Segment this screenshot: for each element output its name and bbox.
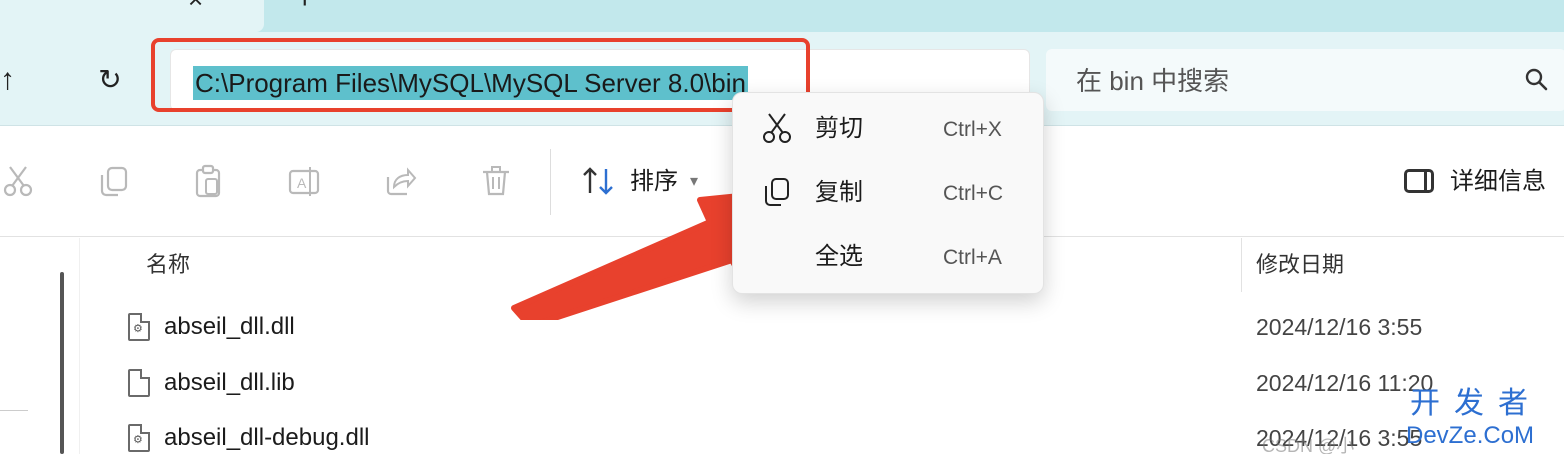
csdn-watermark: CSDN @小 (1262, 436, 1355, 454)
column-header-name[interactable]: 名称 (146, 250, 190, 280)
menu-item-label: 复制 (815, 179, 863, 206)
search-input[interactable]: 在 bin 中搜索 (1046, 49, 1564, 111)
close-tab-icon[interactable]: × (188, 0, 203, 12)
rename-icon[interactable]: A (286, 163, 322, 199)
menu-item-shortcut: Ctrl+C (943, 182, 1004, 205)
paste-icon[interactable] (190, 163, 226, 199)
file-row[interactable]: abseil_dll.lib 2024/12/16 11:20 (84, 357, 1564, 413)
details-pane-icon (1404, 169, 1434, 193)
dll-file-icon: ⚙ (128, 424, 150, 452)
menu-item-shortcut: Ctrl+X (943, 118, 1002, 141)
menu-item-label: 全选 (815, 243, 863, 270)
menu-item-cut[interactable]: 剪切 Ctrl+X (733, 99, 1045, 159)
share-icon[interactable] (382, 163, 418, 199)
tab-strip: × + (0, 0, 1564, 32)
active-tab[interactable]: × (0, 0, 264, 32)
file-date-modified: 2024/12/16 3:55 (1256, 314, 1423, 340)
navigation-pane (0, 238, 80, 454)
nav-pane-divider (0, 410, 28, 411)
column-header-date-modified[interactable]: 修改日期 (1256, 250, 1344, 280)
file-name: abseil_dll.lib (164, 369, 295, 396)
svg-text:A: A (297, 175, 307, 191)
dll-file-icon: ⚙ (128, 313, 150, 341)
address-highlight-box (151, 38, 810, 112)
file-icon (128, 369, 150, 397)
file-name: abseil_dll.dll (164, 313, 295, 340)
column-divider[interactable] (1241, 238, 1242, 292)
watermark-logo-zh: 开发者 (1410, 387, 1542, 420)
context-menu: 剪切 Ctrl+X 复制 Ctrl+C 全选 Ctrl+A (732, 92, 1044, 294)
menu-item-shortcut: Ctrl+A (943, 246, 1002, 269)
menu-item-copy[interactable]: 复制 Ctrl+C (733, 163, 1045, 223)
copy-icon[interactable] (96, 163, 132, 199)
new-tab-icon[interactable]: + (296, 0, 314, 14)
refresh-icon[interactable]: ↻ (92, 62, 128, 98)
menu-item-select-all[interactable]: 全选 Ctrl+A (733, 227, 1045, 287)
up-arrow-icon[interactable]: ↑ (0, 62, 28, 98)
nav-pane-scrollbar[interactable] (60, 272, 64, 454)
cut-icon[interactable] (0, 163, 36, 199)
details-label: 详细信息 (1450, 168, 1546, 195)
cut-icon (763, 113, 791, 143)
search-icon[interactable] (1524, 67, 1550, 93)
watermark-logo-en: DevZe.CoM (1406, 422, 1535, 449)
menu-item-label: 剪切 (815, 115, 863, 142)
file-name: abseil_dll-debug.dll (164, 424, 370, 451)
copy-icon (765, 178, 789, 206)
devze-watermark-logo: 开发者 DevZe.CoM (1404, 388, 1564, 454)
search-placeholder: 在 bin 中搜索 (1076, 66, 1230, 96)
